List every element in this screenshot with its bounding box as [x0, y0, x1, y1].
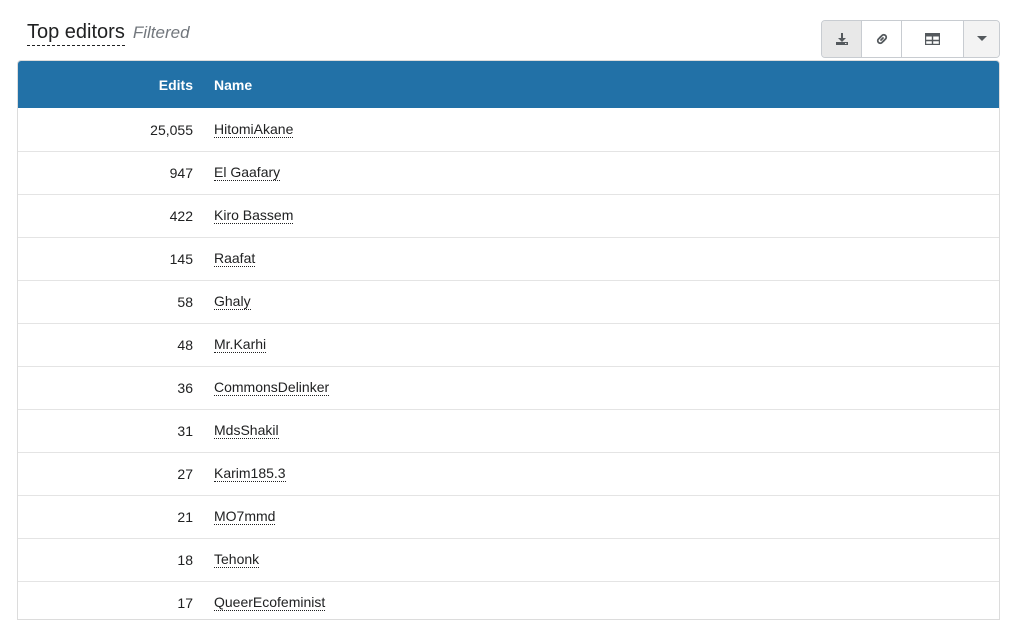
- edit-count: 18: [177, 552, 193, 568]
- table-row: 27 Karim185.3: [18, 452, 999, 495]
- editor-name-link[interactable]: MdsShakil: [214, 423, 279, 439]
- editor-name-link[interactable]: MO7mmd: [214, 509, 276, 525]
- table-row: 145 Raafat: [18, 237, 999, 280]
- table-row: 25,055 HitomiAkane: [18, 108, 999, 151]
- table-row: 18 Tehonk: [18, 538, 999, 581]
- table-row: 36 CommonsDelinker: [18, 366, 999, 409]
- section-header: Top editors Filtered: [27, 20, 190, 46]
- editors-table: Edits Name 25,055 HitomiAkane 947 El Gaafar…: [17, 60, 1000, 620]
- column-header-name[interactable]: Name: [214, 77, 252, 93]
- editor-name-link[interactable]: Mr.Karhi: [214, 337, 267, 353]
- edit-count: 27: [177, 466, 193, 482]
- download-icon: [835, 32, 849, 46]
- table-row: 31 MdsShakil: [18, 409, 999, 452]
- table-view-button[interactable]: [902, 21, 964, 57]
- table-header: Edits Name: [18, 61, 999, 108]
- more-options-dropdown[interactable]: [964, 21, 999, 57]
- table-row: 947 El Gaafary: [18, 151, 999, 194]
- editor-name-link[interactable]: HitomiAkane: [214, 121, 294, 138]
- table-icon: [925, 33, 940, 45]
- toolbar: [821, 20, 1000, 58]
- edit-count: 422: [169, 208, 193, 224]
- table-row: 58 Ghaly: [18, 280, 999, 323]
- edit-count: 48: [177, 337, 193, 353]
- editor-name-link[interactable]: Tehonk: [214, 552, 260, 568]
- table-row: 21 MO7mmd: [18, 495, 999, 538]
- table-row: 422 Kiro Bassem: [18, 194, 999, 237]
- link-button[interactable]: [862, 21, 902, 57]
- editor-name-link[interactable]: QueerEcofeminist: [214, 595, 326, 611]
- table-row: 48 Mr.Karhi: [18, 323, 999, 366]
- link-icon: [875, 32, 889, 46]
- editor-name-link[interactable]: Kiro Bassem: [214, 208, 294, 224]
- filtered-label: Filtered: [132, 23, 190, 42]
- edit-count: 145: [169, 251, 193, 267]
- edit-count: 58: [177, 294, 193, 310]
- edit-count: 36: [177, 380, 193, 396]
- edit-count: 31: [177, 423, 193, 439]
- editor-name-link[interactable]: El Gaafary: [214, 165, 281, 181]
- section-title[interactable]: Top editors: [27, 20, 125, 46]
- download-button[interactable]: [822, 21, 862, 57]
- edit-count: 25,055: [150, 121, 193, 138]
- table-row: 17 QueerEcofeminist: [18, 581, 999, 619]
- table-body: 25,055 HitomiAkane 947 El Gaafary 422 Kiro Ba…: [18, 108, 999, 619]
- editor-name-link[interactable]: Raafat: [214, 251, 256, 267]
- edit-count: 17: [177, 595, 193, 611]
- edit-count: 947: [169, 165, 193, 181]
- editor-name-link[interactable]: Ghaly: [214, 294, 251, 310]
- edit-count: 21: [177, 509, 193, 525]
- editor-name-link[interactable]: Karim185.3: [214, 466, 286, 482]
- editor-name-link[interactable]: CommonsDelinker: [214, 380, 330, 396]
- column-header-edits[interactable]: Edits: [18, 77, 193, 93]
- caret-down-icon: [976, 36, 987, 42]
